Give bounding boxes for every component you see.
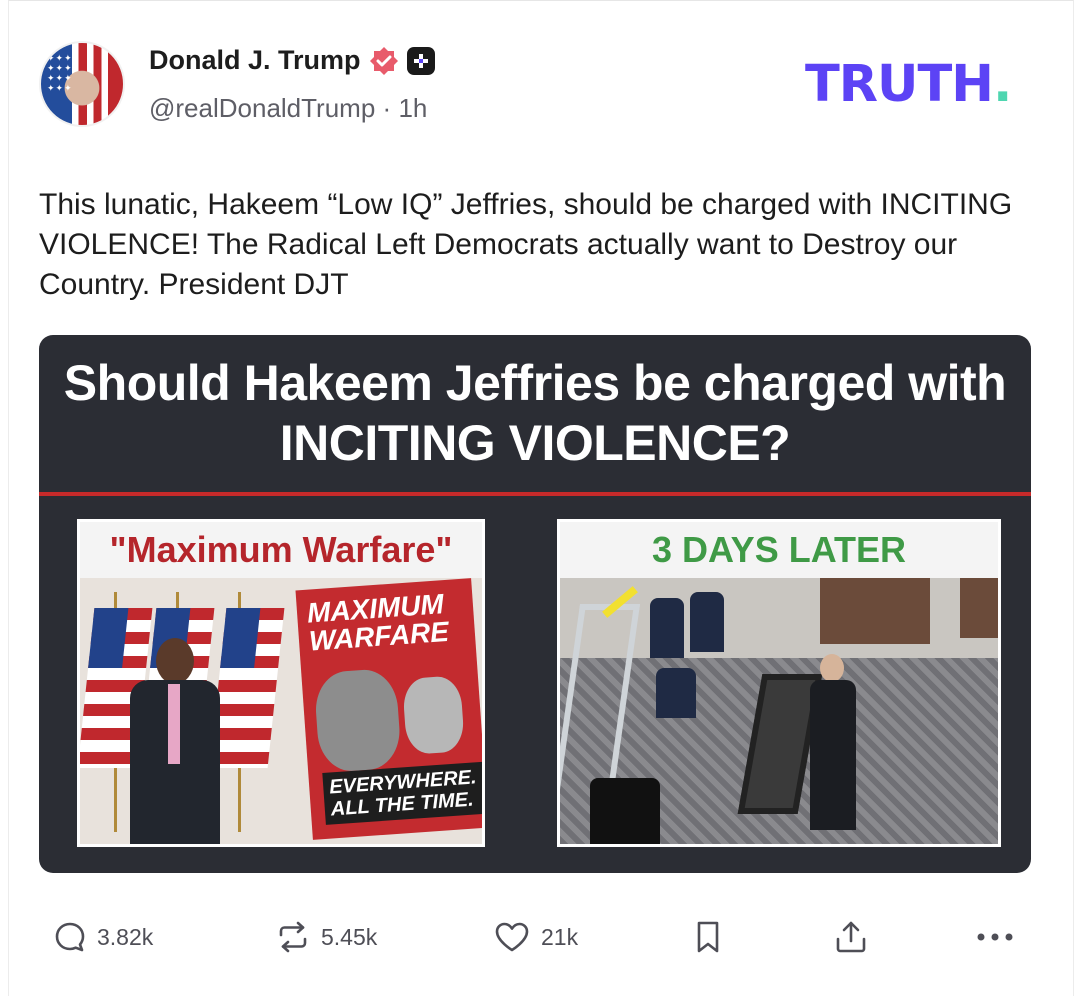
author-name-row: Donald J. Trump [149,45,435,76]
right-photo-panel: 3 DAYS LATER [557,519,1001,847]
verified-badge-icon [369,46,398,75]
post-image[interactable]: Should Hakeem Jeffries be charged with I… [39,335,1031,873]
reply-button[interactable]: 3.82k [53,907,153,967]
poster-top-text: MAXIMUM WARFARE [306,588,450,657]
post-card: ✦✦✦ ✦✦✦ ✦✦✦ ✦✦✦ Donald J. Trump @realDon… [8,0,1074,996]
share-button[interactable] [833,907,869,967]
author-meta: @realDonaldTrump · 1h [149,93,427,124]
share-icon [836,921,866,953]
image-headline: Should Hakeem Jeffries be charged with I… [63,355,1007,471]
plus-badge-icon [406,46,435,75]
more-button[interactable] [975,907,1015,967]
security-scene-photo [560,578,998,844]
post-text: This lunatic, Hakeem “Low IQ” Jeffries, … [39,188,1013,301]
agent-figure [810,654,856,834]
post-time[interactable]: 1h [398,93,427,123]
meta-separator: · [382,93,392,123]
bookmark-button[interactable] [693,907,723,967]
like-count: 21k [541,923,579,950]
press-conference-photo: MAXIMUM WARFARE EVERYWHERE. ALL THE TIME… [80,578,482,844]
retruth-count: 5.45k [321,923,378,950]
left-caption: "Maximum Warfare" [80,522,482,578]
image-divider [39,492,1031,496]
more-icon [977,933,1013,941]
poster-bottom-text: EVERYWHERE. ALL THE TIME. [322,761,482,825]
reply-icon [55,922,85,952]
avatar-stars-decor: ✦✦✦ ✦✦✦ ✦✦✦ ✦✦✦ [47,53,73,93]
left-photo-panel: "Maximum Warfare" MAXIMUM WARFARE EVERYW… [77,519,485,847]
logo-dot: . [992,55,1012,114]
reply-count: 3.82k [97,923,154,950]
bookmark-icon [697,921,719,953]
retruth-icon [279,921,307,953]
right-caption: 3 DAYS LATER [560,522,998,578]
retruth-button[interactable]: 5.45k [275,907,377,967]
like-button[interactable]: 21k [493,907,578,967]
author-name[interactable]: Donald J. Trump [149,45,361,76]
like-icon [495,922,529,952]
author-handle[interactable]: @realDonaldTrump [149,93,375,123]
avatar[interactable]: ✦✦✦ ✦✦✦ ✦✦✦ ✦✦✦ [39,41,125,127]
maximum-warfare-poster: MAXIMUM WARFARE EVERYWHERE. ALL THE TIME… [295,578,482,840]
speaker-figure [120,638,230,844]
post-actions: 3.82k 5.45k 21k [9,907,1073,967]
logo-text: TRUTH [805,55,994,114]
truth-logo: TRUTH. [805,59,1012,111]
